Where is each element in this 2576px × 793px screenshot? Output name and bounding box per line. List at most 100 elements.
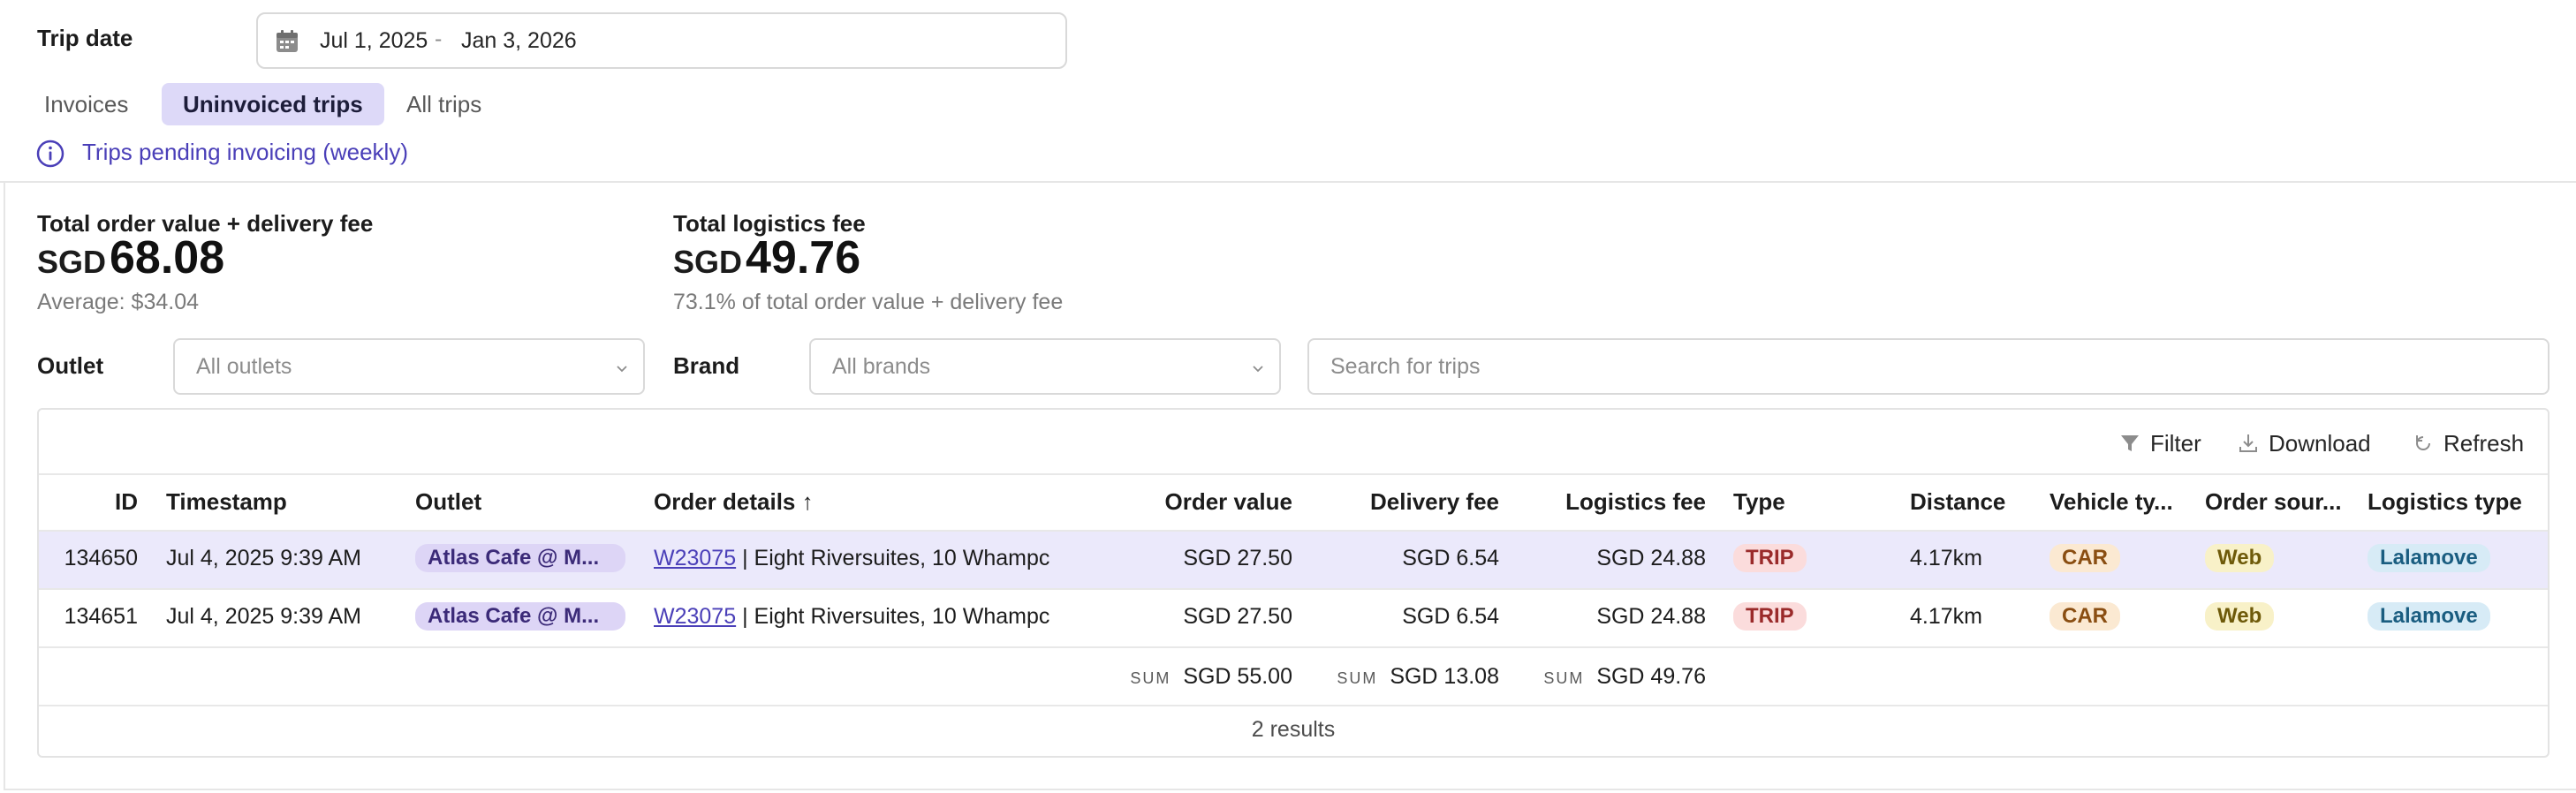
tab-all-trips[interactable]: All trips (385, 83, 503, 125)
download-icon (2239, 434, 2257, 452)
outlet-filter-label: Outlet (37, 352, 104, 379)
cell-timestamp: Jul 4, 2025 9:39 AM (166, 546, 361, 570)
sum-logistics-fee-amount: SGD 49.76 (1596, 664, 1706, 689)
filter-icon (2121, 435, 2139, 451)
panel-border-bottom (4, 789, 2576, 790)
outlet-badge: Atlas Cafe @ M... (415, 602, 625, 631)
column-header-delivery-fee[interactable]: Delivery fee (1307, 488, 1499, 516)
sum-order-value: SUM SGD 55.00 (1078, 664, 1292, 690)
cell-logistics-fee: SGD 24.88 (1596, 546, 1706, 570)
column-header-order-details[interactable]: Order details ↑ (654, 488, 945, 516)
cell-vehicle-type: CAR (2049, 602, 2191, 631)
logistics-badge: Lalamove (2368, 544, 2490, 572)
sum-delivery-fee: SUM SGD 13.08 (1307, 664, 1499, 690)
type-badge: TRIP (1733, 602, 1807, 631)
column-header-distance[interactable]: Distance (1910, 488, 2042, 516)
date-end[interactable]: Jan 3, 2026 (461, 28, 577, 54)
filter-button-label: Filter (2150, 429, 2201, 457)
currency-code: SGD (37, 244, 107, 280)
trip-date-range-picker[interactable]: Jul 1, 2025 - Jan 3, 2026 (256, 12, 1067, 69)
info-message: Trips pending invoicing (weekly) (82, 139, 408, 165)
column-header-timestamp[interactable]: Timestamp (166, 488, 396, 516)
refresh-button-label: Refresh (2443, 429, 2525, 457)
order-link[interactable]: W23075 (654, 546, 736, 570)
cell-type: TRIP (1733, 602, 1883, 631)
cell-logistics-type: Lalamove (2368, 544, 2544, 572)
chevron-down-icon (617, 366, 627, 373)
cell-type: TRIP (1733, 544, 1883, 572)
download-button[interactable]: Download (2237, 427, 2371, 459)
sum-order-value-amount: SGD 55.00 (1183, 664, 1292, 689)
order-link[interactable]: W23075 (654, 604, 736, 629)
stat-amount: 49.76 (746, 232, 861, 283)
order-address: | Eight Riversuites, 10 Whampc (742, 546, 1050, 570)
refresh-button[interactable]: Refresh (2412, 427, 2524, 459)
refresh-icon (2416, 435, 2430, 450)
tab-uninvoiced-trips[interactable]: Uninvoiced trips (162, 83, 384, 125)
cell-id: 134651 (64, 604, 138, 629)
sum-caption: SUM (1543, 669, 1585, 687)
date-start[interactable]: Jul 1, 2025 (320, 28, 428, 54)
column-header-order-source[interactable]: Order sour... (2205, 488, 2345, 516)
stat-logistics-value: SGD49.76 (673, 231, 860, 284)
cell-outlet: Atlas Cafe @ M... (415, 602, 636, 631)
cell-logistics-type: Lalamove (2368, 602, 2544, 631)
outlet-select[interactable]: All outlets (173, 338, 645, 395)
stat-total-order-average: Average: $34.04 (37, 290, 200, 314)
cell-delivery-fee: SGD 6.54 (1402, 604, 1499, 629)
column-header-order-details-label: Order details (654, 488, 796, 515)
table-divider (39, 646, 2548, 648)
sort-ascending-icon: ↑ (801, 488, 814, 515)
chevron-down-icon (1253, 366, 1263, 373)
info-icon (36, 140, 64, 168)
column-header-type[interactable]: Type (1733, 488, 1883, 516)
table-divider (39, 705, 2548, 706)
cell-order-details: W23075 | Eight Riversuites, 10 Whampc (654, 546, 1060, 571)
outlet-select-placeholder: All outlets (196, 354, 292, 379)
type-badge: TRIP (1733, 544, 1807, 572)
date-separator: - (435, 26, 443, 51)
cell-outlet: Atlas Cafe @ M... (415, 544, 636, 572)
panel-border-left (4, 181, 5, 790)
download-button-label: Download (2269, 429, 2371, 457)
brand-select-placeholder: All brands (832, 354, 931, 379)
cell-order-source: Web (2205, 544, 2355, 572)
cell-logistics-fee: SGD 24.88 (1596, 604, 1706, 629)
brand-filter-label: Brand (673, 352, 740, 379)
column-header-order-value[interactable]: Order value (1078, 488, 1292, 516)
column-header-id[interactable]: ID (39, 488, 138, 516)
column-header-logistics-fee[interactable]: Logistics fee (1519, 488, 1706, 516)
vehicle-badge: CAR (2049, 602, 2120, 631)
cell-order-value: SGD 27.50 (1183, 546, 1292, 570)
column-header-vehicle-type[interactable]: Vehicle ty... (2049, 488, 2186, 516)
currency-code: SGD (673, 244, 743, 280)
cell-vehicle-type: CAR (2049, 544, 2191, 572)
vehicle-badge: CAR (2049, 544, 2120, 572)
search-trips-input[interactable] (1307, 338, 2549, 395)
tab-invoices[interactable]: Invoices (23, 83, 149, 125)
cell-timestamp: Jul 4, 2025 9:39 AM (166, 604, 361, 629)
stat-total-order-value: SGD68.08 (37, 231, 224, 284)
section-divider (0, 181, 2576, 183)
results-count: 2 results (1251, 717, 1336, 742)
column-header-logistics-type[interactable]: Logistics type (2368, 488, 2544, 516)
column-header-outlet[interactable]: Outlet (415, 488, 627, 516)
cell-distance: 4.17km (1910, 546, 1982, 570)
table-divider (39, 473, 2548, 475)
outlet-badge: Atlas Cafe @ M... (415, 544, 625, 572)
brand-select[interactable]: All brands (809, 338, 1281, 395)
cell-order-value: SGD 27.50 (1183, 604, 1292, 629)
cell-delivery-fee: SGD 6.54 (1402, 546, 1499, 570)
stat-amount: 68.08 (110, 232, 225, 283)
cell-order-details: W23075 | Eight Riversuites, 10 Whampc (654, 604, 1060, 630)
calendar-icon (277, 30, 298, 52)
stat-logistics-percentage: 73.1% of total order value + delivery fe… (673, 290, 1064, 314)
sum-logistics-fee: SUM SGD 49.76 (1519, 664, 1706, 690)
filter-button[interactable]: Filter (2118, 427, 2201, 459)
trip-date-label: Trip date (37, 25, 133, 51)
sum-delivery-fee-amount: SGD 13.08 (1390, 664, 1499, 689)
source-badge: Web (2205, 544, 2275, 572)
source-badge: Web (2205, 602, 2275, 631)
order-address: | Eight Riversuites, 10 Whampc (742, 604, 1050, 629)
cell-id: 134650 (64, 546, 138, 570)
